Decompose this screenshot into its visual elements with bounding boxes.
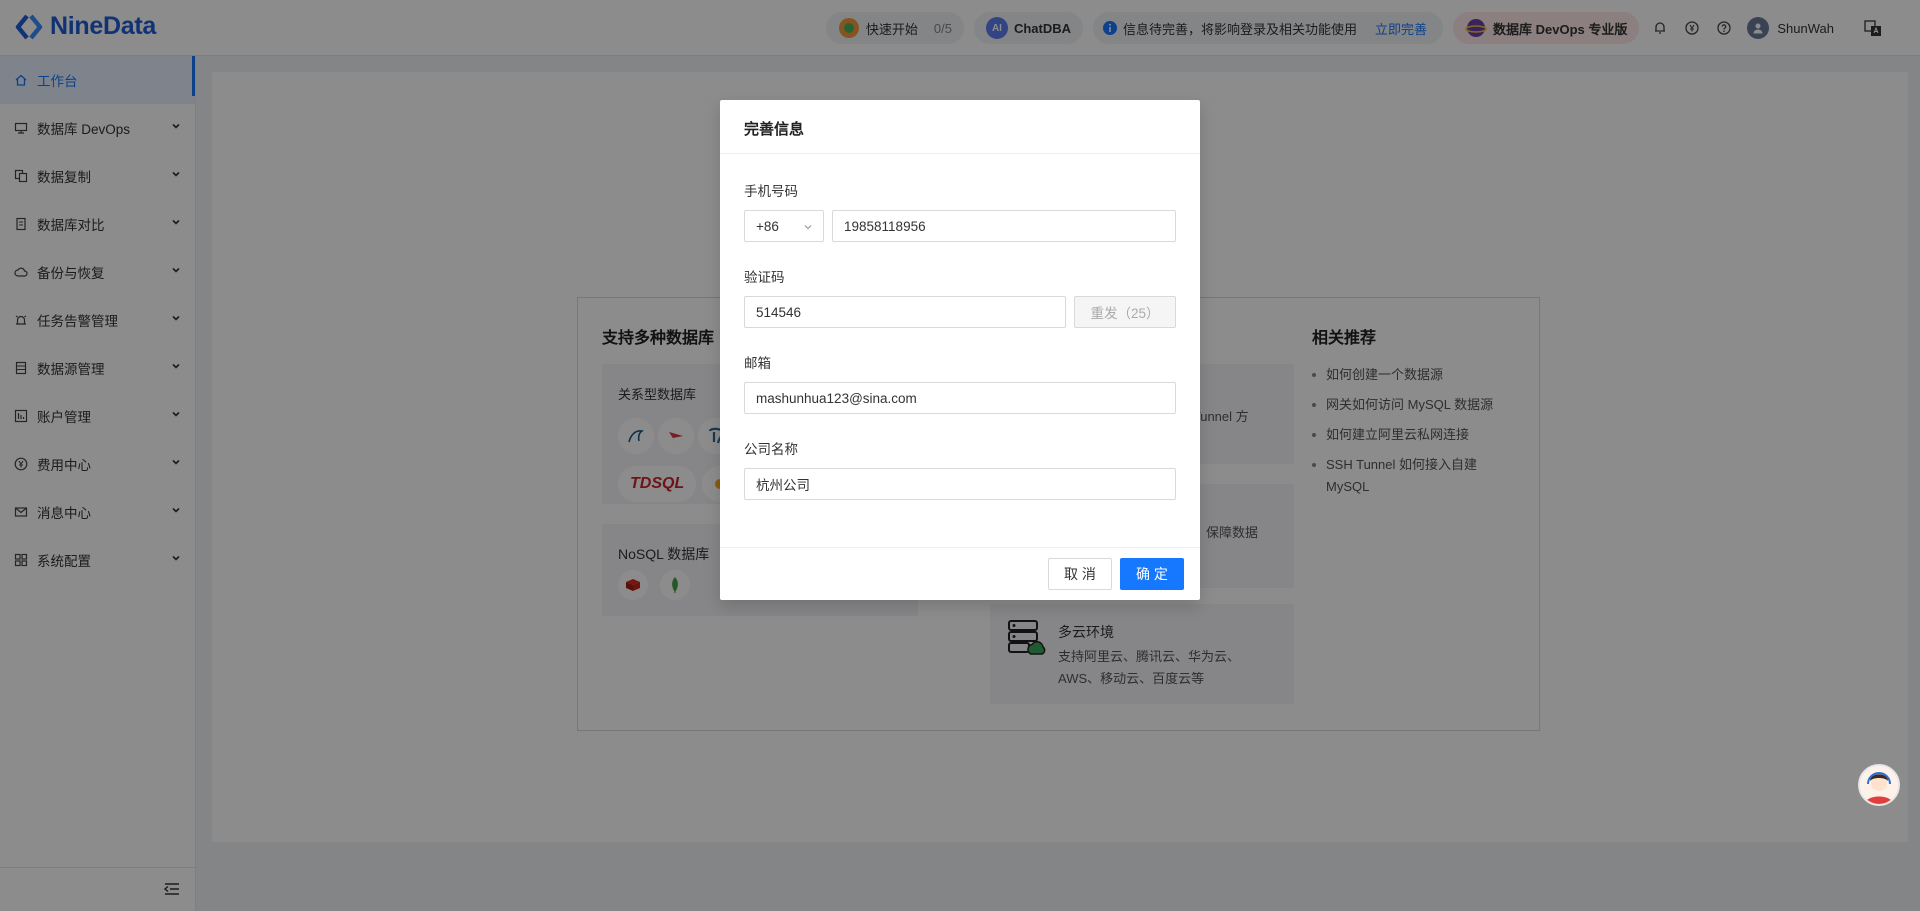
modal-title: 完善信息 [720, 100, 1200, 154]
phone-input[interactable] [832, 210, 1176, 242]
company-label: 公司名称 [744, 442, 798, 457]
country-code-value: +86 [756, 218, 779, 234]
email-input[interactable] [744, 382, 1176, 414]
email-label: 邮箱 [744, 356, 771, 371]
country-code-select[interactable]: +86 [744, 210, 824, 242]
modal-footer: 取 消 确 定 [720, 547, 1200, 600]
phone-label: 手机号码 [744, 184, 798, 199]
complete-info-modal: 完善信息 手机号码 +86 验证码 重发（25） 邮箱 公司名称 取 消 确 定 [720, 100, 1200, 600]
support-agent-icon [1860, 766, 1898, 804]
modal-body: 手机号码 +86 验证码 重发（25） 邮箱 公司名称 [720, 154, 1200, 547]
verification-code-input[interactable] [744, 296, 1066, 328]
support-assistant-button[interactable] [1858, 764, 1900, 806]
cancel-button[interactable]: 取 消 [1048, 558, 1112, 590]
resend-code-button[interactable]: 重发（25） [1074, 296, 1176, 328]
code-label: 验证码 [744, 270, 785, 285]
chevron-down-icon [804, 225, 812, 230]
confirm-button[interactable]: 确 定 [1120, 558, 1184, 590]
company-input[interactable] [744, 468, 1176, 500]
